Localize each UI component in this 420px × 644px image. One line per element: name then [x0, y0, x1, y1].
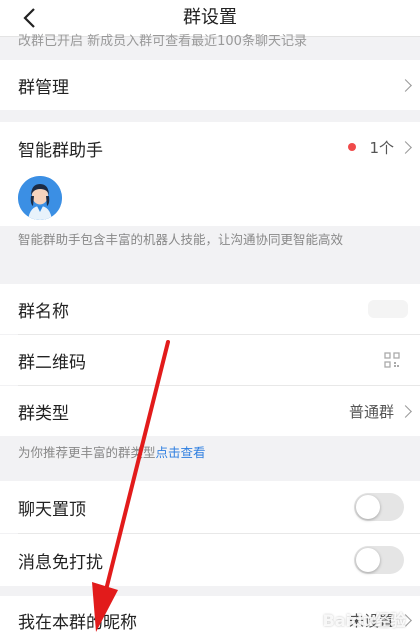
toggle-knob [356, 495, 380, 519]
group-manage-label: 群管理 [18, 77, 69, 98]
chevron-right-icon [399, 141, 412, 154]
watermark-logo: Baidu经验 [322, 611, 406, 630]
assistant-label: 智能群助手 [18, 141, 103, 161]
toggle-knob [356, 548, 380, 572]
assistant-count: 1个 [369, 139, 394, 157]
chevron-right-icon [399, 78, 412, 92]
recommend-hint: 为你推荐更丰富的群类型点击查看 [18, 443, 206, 463]
robot-assistant-icon [18, 176, 62, 220]
group-type-row[interactable]: 群类型 普通群 [0, 386, 420, 436]
group-name-value-blurred [368, 300, 408, 318]
qr-code-icon [384, 352, 400, 368]
assistant-hint: 智能群助手包含丰富的机器人技能，让沟通协同更智能高效 [18, 232, 344, 247]
recommend-link[interactable]: 点击查看 [156, 445, 206, 460]
qr-code-label: 群二维码 [18, 352, 86, 373]
mute-row: 消息免打扰 [0, 534, 420, 586]
assistant-section[interactable]: 智能群助手 1个 [0, 122, 420, 226]
mute-toggle[interactable] [354, 546, 404, 574]
group-name-row[interactable]: 群名称 [0, 284, 420, 334]
group-name-label: 群名称 [18, 301, 69, 322]
chevron-right-icon [399, 404, 412, 418]
qr-code-row[interactable]: 群二维码 [0, 335, 420, 385]
pin-chat-row: 聊天置顶 [0, 481, 420, 533]
group-type-value: 普通群 [348, 402, 394, 421]
mute-label: 消息免打扰 [18, 552, 103, 573]
assistant-avatar[interactable] [18, 176, 62, 220]
nickname-label: 我在本群的昵称 [18, 612, 137, 633]
group-manage-row[interactable]: 群管理 [0, 60, 420, 110]
pin-chat-toggle[interactable] [354, 493, 404, 521]
notification-dot-icon [348, 143, 356, 151]
history-note: 改群已开启 新成员入群可查看最近100条聊天记录 [18, 34, 307, 49]
group-type-label: 群类型 [18, 403, 69, 424]
recommend-text: 为你推荐更丰富的群类型 [18, 445, 156, 460]
pin-chat-label: 聊天置顶 [18, 499, 86, 520]
